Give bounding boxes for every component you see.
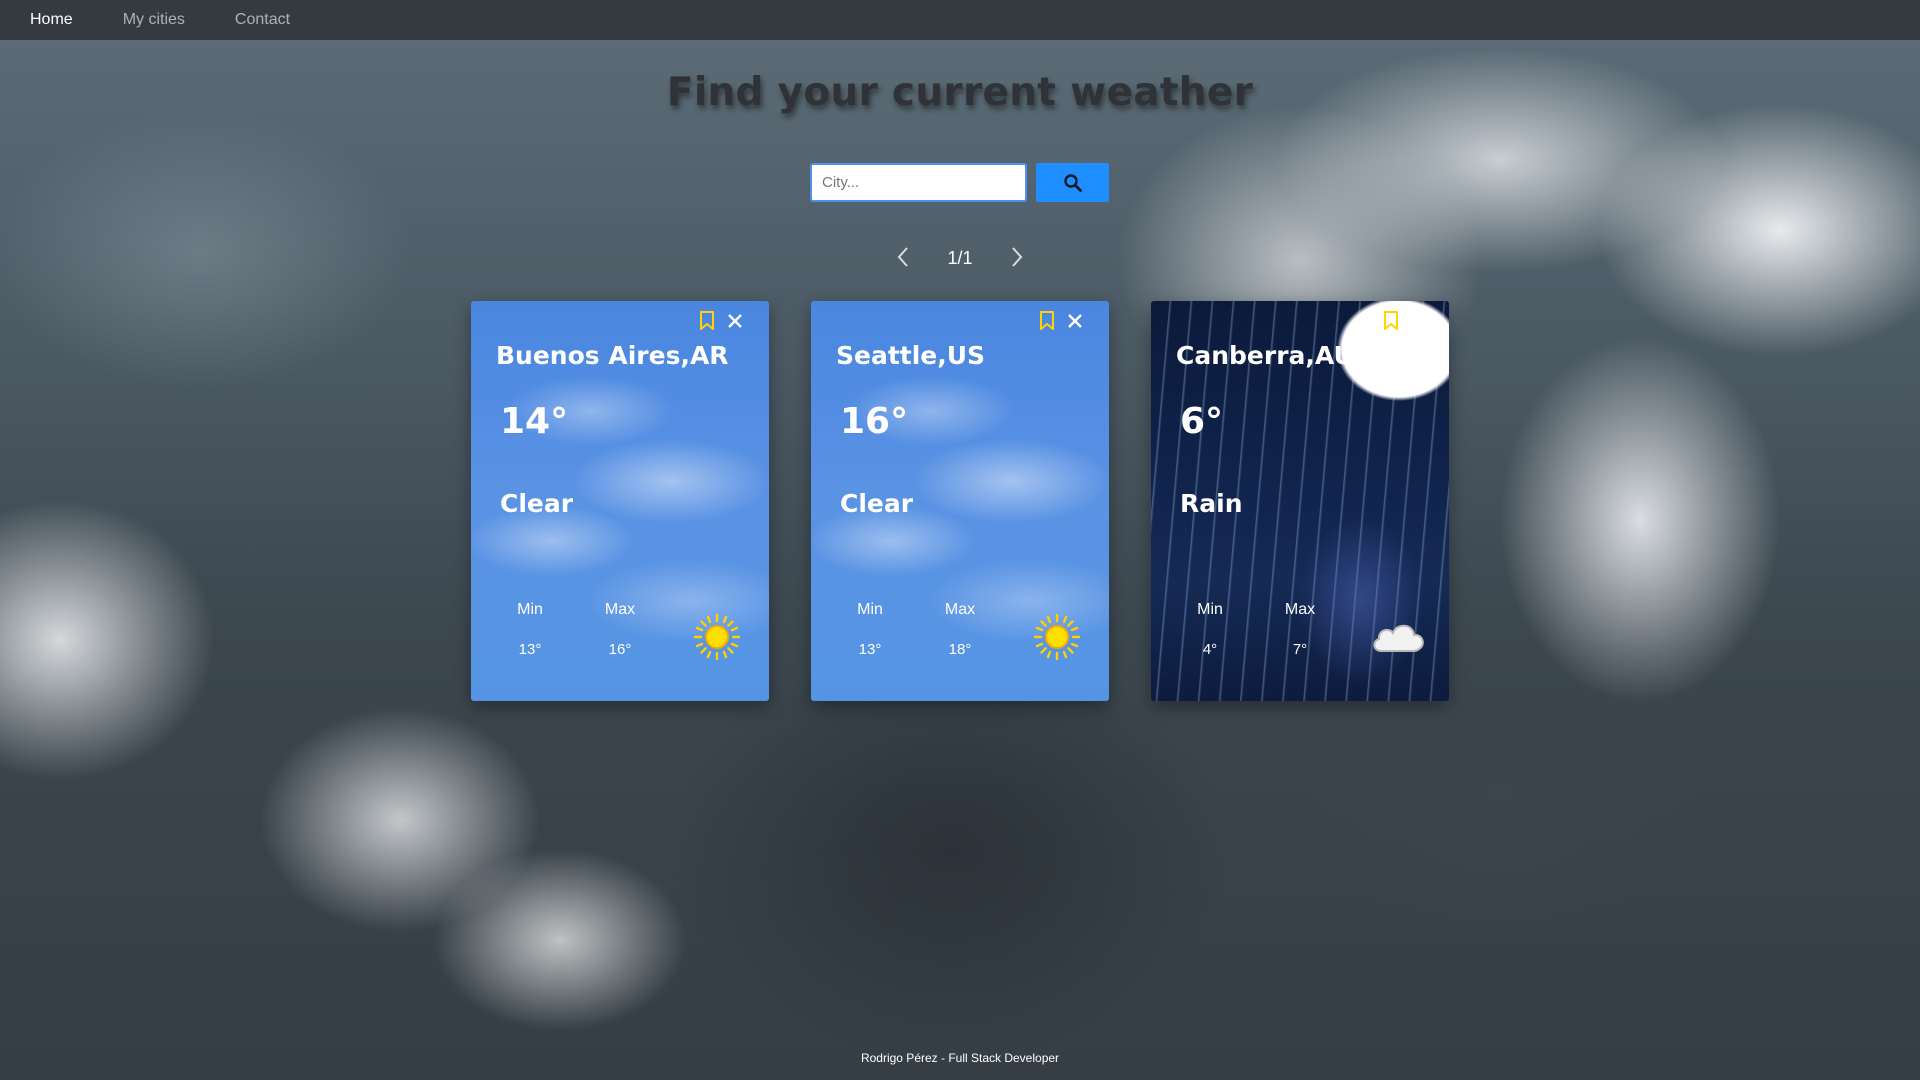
min-temp: Min 4° bbox=[1180, 601, 1240, 658]
card-description: Clear bbox=[840, 489, 914, 518]
navbar: Home My cities Contact bbox=[0, 0, 1920, 40]
bookmark-button[interactable] bbox=[1039, 311, 1055, 331]
nav-contact[interactable]: Contact bbox=[235, 11, 290, 29]
bookmark-icon bbox=[1384, 311, 1398, 330]
pagination: 1/1 bbox=[890, 246, 1030, 270]
card-temperature: 16° bbox=[840, 401, 909, 442]
nav-home[interactable]: Home bbox=[30, 11, 73, 29]
min-label: Min bbox=[1197, 601, 1223, 618]
bookmark-button[interactable] bbox=[699, 311, 715, 331]
card-temperature: 6° bbox=[1180, 401, 1224, 442]
card-description: Clear bbox=[500, 489, 574, 518]
max-temp: Max 16° bbox=[590, 601, 650, 658]
weather-card: Canberra,AU 6° Rain Min 4° Max 7° bbox=[1151, 301, 1449, 701]
min-value: 13° bbox=[858, 641, 882, 658]
search-icon bbox=[1063, 173, 1082, 192]
max-temp: Max 7° bbox=[1270, 601, 1330, 658]
max-label: Max bbox=[1284, 601, 1316, 618]
cloud-icon bbox=[1373, 624, 1424, 652]
page-indicator: 1/1 bbox=[947, 248, 973, 268]
card-city: Seattle,US bbox=[836, 341, 986, 370]
city-search-input[interactable] bbox=[810, 163, 1027, 202]
card-description: Rain bbox=[1180, 489, 1243, 518]
weather-card: Seattle,US 16° Clear Min 13° Max 18° bbox=[811, 301, 1109, 701]
max-value: 18° bbox=[948, 641, 972, 658]
search-button[interactable] bbox=[1036, 163, 1109, 202]
max-value: 16° bbox=[608, 641, 632, 658]
close-icon bbox=[1068, 314, 1082, 328]
max-temp: Max 18° bbox=[930, 601, 990, 658]
bookmark-icon bbox=[1040, 311, 1054, 330]
max-label: Max bbox=[944, 601, 976, 618]
min-value: 13° bbox=[518, 641, 542, 658]
card-city: Buenos Aires,AR bbox=[496, 341, 729, 370]
min-value: 4° bbox=[1202, 641, 1218, 658]
bookmark-icon bbox=[700, 311, 714, 330]
card-temperature: 14° bbox=[500, 401, 569, 442]
footer: Rodrigo Pérez - Full Stack Developer bbox=[860, 1051, 1060, 1065]
remove-card-button[interactable] bbox=[1067, 313, 1083, 329]
sun-icon bbox=[693, 613, 741, 661]
sun-icon bbox=[1033, 613, 1081, 661]
card-city: Canberra,AU bbox=[1176, 341, 1354, 370]
next-page-button[interactable] bbox=[1010, 246, 1024, 272]
bookmark-button[interactable] bbox=[1383, 311, 1399, 331]
weather-card: Buenos Aires,AR 14° Clear Min 13° Max 16… bbox=[471, 301, 769, 701]
min-temp: Min 13° bbox=[840, 601, 900, 658]
min-label: Min bbox=[517, 601, 543, 618]
nav-my-cities[interactable]: My cities bbox=[123, 11, 185, 29]
max-label: Max bbox=[604, 601, 636, 618]
close-icon bbox=[728, 314, 742, 328]
page-title: Find your current weather bbox=[666, 70, 1254, 115]
max-value: 7° bbox=[1292, 641, 1308, 658]
search-form bbox=[810, 163, 1109, 202]
min-label: Min bbox=[857, 601, 883, 618]
min-temp: Min 13° bbox=[500, 601, 560, 658]
remove-card-button[interactable] bbox=[727, 313, 743, 329]
chevron-right-icon bbox=[1012, 247, 1023, 267]
